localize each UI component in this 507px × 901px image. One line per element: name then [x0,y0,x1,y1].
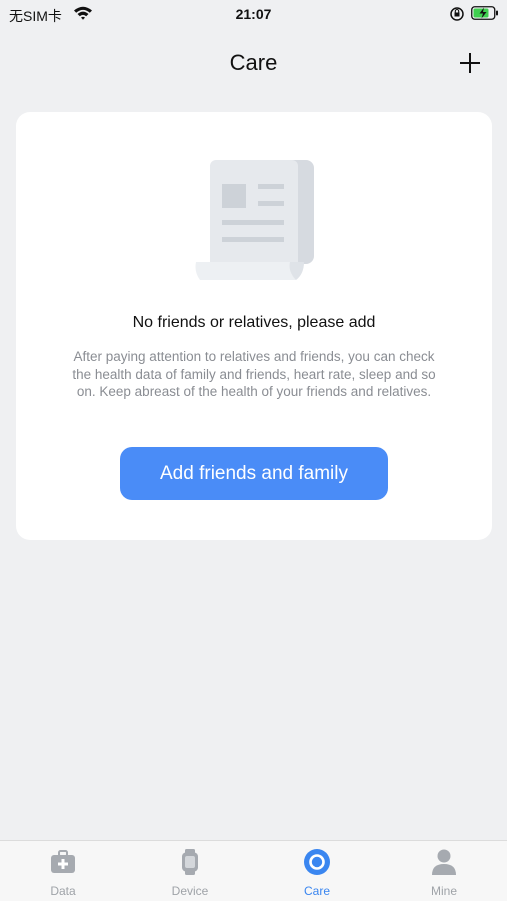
battery-charging-icon [471,6,499,23]
tab-bar: Data Device Care Mine [0,840,507,901]
nav-bar: Care [0,28,507,98]
clock: 21:07 [235,6,272,22]
add-button[interactable] [455,48,485,78]
tab-label: Data [50,884,76,898]
plus-icon [460,53,480,73]
document-icon [192,158,318,289]
empty-state-title: No friends or relatives, please add [132,314,376,331]
tab-mine[interactable]: Mine [381,841,507,901]
orientation-lock-icon [449,6,465,25]
watch-icon [177,849,203,875]
tab-label: Care [303,884,330,898]
tab-device[interactable]: Device [127,841,253,901]
page-title: Care [229,50,278,75]
empty-state-description: After paying attention to relatives and … [72,349,436,399]
medical-kit-icon [50,849,76,875]
tab-label: Mine [430,884,457,898]
care-ring-icon [304,849,330,875]
tab-data[interactable]: Data [0,841,126,901]
status-bar: 无SIM卡 21:07 [0,0,507,28]
tab-label: Device [171,884,209,898]
person-icon [431,849,457,875]
add-friends-button[interactable]: Add friends and family [120,447,388,500]
empty-state-card: No friends or relatives, please add Afte… [16,112,492,540]
tab-care[interactable]: Care [254,841,380,901]
